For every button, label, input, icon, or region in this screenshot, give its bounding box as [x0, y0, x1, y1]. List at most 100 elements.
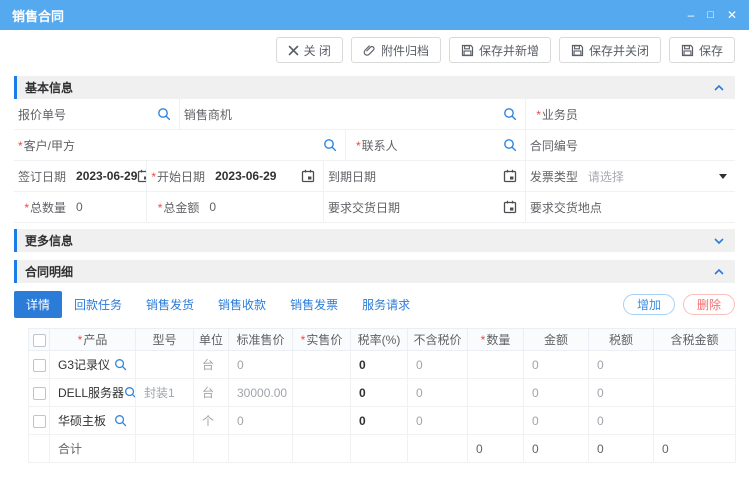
field-label: *业务员 [526, 106, 588, 123]
qty-cell[interactable] [468, 351, 524, 379]
tax-cell[interactable]: 0 [589, 379, 654, 407]
opportunity-input[interactable] [242, 99, 525, 129]
incl-tax-cell[interactable] [654, 407, 736, 435]
std-price-cell[interactable]: 0 [229, 351, 293, 379]
search-icon[interactable] [323, 138, 337, 152]
qty-cell[interactable] [468, 379, 524, 407]
excl-tax-cell[interactable]: 0 [408, 407, 468, 435]
amount-cell[interactable]: 0 [524, 351, 589, 379]
invoice-type-select[interactable]: 请选择 [588, 161, 735, 191]
expand-more-info-button[interactable] [713, 237, 725, 245]
amount-cell[interactable]: 0 [524, 379, 589, 407]
incl-tax-cell[interactable] [654, 379, 736, 407]
add-row-button[interactable]: 增加 [623, 294, 675, 315]
unit-cell[interactable]: 台 [194, 379, 229, 407]
field-label: *开始日期 [147, 168, 215, 185]
search-icon[interactable] [114, 358, 135, 371]
salesperson-input[interactable] [588, 99, 735, 129]
search-icon[interactable] [114, 414, 135, 427]
tab-sales-receipt[interactable]: 销售收款 [206, 291, 278, 318]
calendar-icon[interactable] [301, 169, 315, 183]
product-name[interactable]: DELL服务器 [58, 384, 124, 401]
window-title: 销售合同 [12, 6, 64, 25]
sell-price-cell[interactable] [293, 379, 351, 407]
total-tax-cell: 0 [589, 435, 654, 463]
tab-service-request[interactable]: 服务请求 [350, 291, 422, 318]
search-icon[interactable] [124, 386, 135, 399]
sell-price-cell[interactable] [293, 351, 351, 379]
total-qty-input[interactable]: 0 [76, 192, 146, 222]
model-cell[interactable] [136, 407, 194, 435]
tab-detail[interactable]: 详情 [14, 291, 62, 318]
contract-no-input[interactable] [588, 130, 735, 160]
total-amount-input[interactable]: 0 [209, 192, 323, 222]
calendar-icon[interactable] [137, 169, 147, 183]
field-invoice-type: 发票类型 请选择 [526, 161, 735, 192]
excl-tax-cell[interactable]: 0 [408, 351, 468, 379]
toolbar: 关 闭 附件归档 保存并新增 保存并关闭 保存 [0, 30, 749, 76]
tax-rate-cell[interactable]: 0 [351, 351, 408, 379]
save-and-new-button[interactable]: 保存并新增 [449, 37, 551, 63]
select-all-checkbox[interactable] [33, 334, 46, 347]
more-info-title: 更多信息 [25, 232, 73, 249]
delivery-place-input[interactable] [612, 192, 735, 222]
tax-cell[interactable]: 0 [589, 351, 654, 379]
close-button[interactable]: 关 闭 [276, 37, 343, 63]
customer-input[interactable] [85, 130, 345, 160]
row-checkbox[interactable] [33, 359, 46, 372]
incl-tax-cell[interactable] [654, 351, 736, 379]
contact-input[interactable] [408, 130, 525, 160]
collapse-basic-info-button[interactable] [713, 84, 725, 92]
std-price-cell[interactable]: 0 [229, 407, 293, 435]
save-button[interactable]: 保存 [669, 37, 735, 63]
maximize-button[interactable]: □ [707, 10, 714, 21]
tax-cell[interactable]: 0 [589, 407, 654, 435]
field-contract-no: 合同编号 [526, 130, 735, 161]
tax-rate-cell[interactable]: 0 [351, 407, 408, 435]
field-due-date: 到期日期 [324, 161, 526, 192]
field-label: 发票类型 [526, 168, 588, 185]
calendar-icon[interactable] [503, 169, 517, 183]
quote-no-input[interactable] [76, 99, 179, 129]
table-header-row: *产品 型号 单位 标准售价 *实售价 税率(%) 不含税价 *数量 金额 税额… [29, 329, 736, 351]
save-and-close-button[interactable]: 保存并关闭 [559, 37, 661, 63]
tab-sales-delivery[interactable]: 销售发货 [134, 291, 206, 318]
form-row: *客户/甲方 *联系人 合同编号 [14, 130, 735, 161]
table-row: DELL服务器 封装1 台 30000.00 0 0 0 0 [29, 379, 736, 407]
close-icon [288, 45, 299, 56]
unit-cell[interactable]: 台 [194, 351, 229, 379]
model-cell[interactable]: 封装1 [136, 379, 194, 407]
std-price-cell[interactable]: 30000.00 [229, 379, 293, 407]
calendar-icon[interactable] [503, 200, 517, 214]
col-tax-rate: 税率(%) [351, 329, 408, 351]
unit-cell[interactable]: 个 [194, 407, 229, 435]
titlebar: 销售合同 – □ ✕ [0, 0, 749, 30]
search-icon[interactable] [503, 138, 517, 152]
sign-date-input[interactable]: 2023-06-29 [76, 161, 147, 191]
tab-payment-task[interactable]: 回款任务 [62, 291, 134, 318]
minimize-button[interactable]: – [688, 9, 695, 21]
amount-cell[interactable]: 0 [524, 407, 589, 435]
save-icon [681, 44, 694, 57]
qty-cell[interactable] [468, 407, 524, 435]
row-checkbox[interactable] [33, 387, 46, 400]
collapse-contract-detail-button[interactable] [713, 268, 725, 276]
tab-sales-invoice[interactable]: 销售发票 [278, 291, 350, 318]
start-date-input[interactable]: 2023-06-29 [215, 161, 323, 191]
search-icon[interactable] [157, 107, 171, 121]
field-label: *总数量 [14, 199, 76, 216]
detail-tabbar: 详情 回款任务 销售发货 销售收款 销售发票 服务请求 增加 删除 [14, 291, 735, 318]
tax-rate-cell[interactable]: 0 [351, 379, 408, 407]
row-checkbox[interactable] [33, 415, 46, 428]
close-window-button[interactable]: ✕ [727, 9, 737, 21]
attachment-archive-button[interactable]: 附件归档 [351, 37, 441, 63]
product-name[interactable]: 华硕主板 [58, 412, 114, 429]
excl-tax-cell[interactable]: 0 [408, 379, 468, 407]
delete-row-button[interactable]: 删除 [683, 294, 735, 315]
search-icon[interactable] [503, 107, 517, 121]
product-name[interactable]: G3记录仪 [58, 356, 114, 373]
due-date-input[interactable] [386, 161, 525, 191]
delivery-date-input[interactable] [410, 192, 525, 222]
sell-price-cell[interactable] [293, 407, 351, 435]
model-cell[interactable] [136, 351, 194, 379]
